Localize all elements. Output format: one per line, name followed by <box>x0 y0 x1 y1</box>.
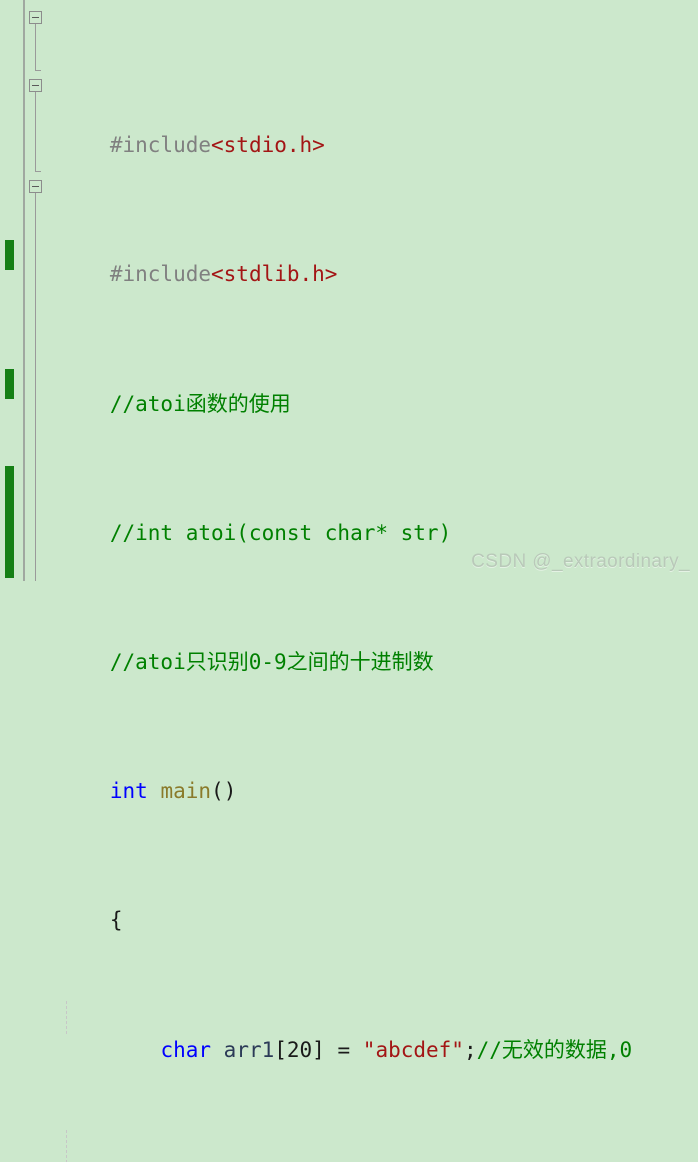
code-line[interactable]: int main() <box>30 743 698 803</box>
gutter-separator <box>23 0 25 581</box>
comment-arr1: //无效的数据,0 <box>476 1037 633 1062</box>
comment-atoi-usage: //atoi函数的使用 <box>109 391 291 416</box>
token-semicolon: ; <box>463 1037 477 1062</box>
indent-guide <box>66 1130 67 1162</box>
token-string-abcdef: "abcdef" <box>362 1037 464 1062</box>
token-keyword-char: char <box>160 1037 212 1062</box>
token-include-directive: #include <box>109 262 212 287</box>
code-line[interactable]: //int atoi(const char* str) <box>30 484 698 545</box>
code-editor[interactable]: #include<stdio.h> #include<stdlib.h> //a… <box>0 0 698 1162</box>
code-line[interactable]: #include<stdio.h> <box>30 97 698 157</box>
change-bar-gutter <box>0 0 18 581</box>
code-line[interactable]: //atoi只识别0-9之间的十进制数 <box>30 614 698 674</box>
token-include-directive: #include <box>109 133 212 158</box>
code-line[interactable]: { <box>30 872 698 932</box>
token-array-size: [20] <box>274 1037 325 1062</box>
token-paren-open: ( <box>211 779 224 804</box>
change-bar <box>5 369 14 399</box>
token-assign: = <box>337 1037 351 1062</box>
code-line[interactable]: char arr2[20] = "123abc";//123 <box>30 1130 698 1162</box>
change-bar <box>5 466 14 578</box>
comment-atoi-signature: //int atoi(const char* str) <box>109 520 452 545</box>
indent-guide <box>66 1001 67 1034</box>
code-line[interactable]: //atoi函数的使用 <box>30 355 698 416</box>
token-stdlib-header: <stdlib.h> <box>211 262 338 287</box>
token-brace-open: { <box>109 908 123 933</box>
token-paren-close: ) <box>223 779 237 804</box>
change-bar <box>5 240 14 270</box>
token-stdio-header: <stdio.h> <box>211 133 325 158</box>
code-line[interactable]: char arr1[20] = "abcdef";//无效的数据,0 <box>30 1001 698 1062</box>
token-identifier-arr1: arr1 <box>223 1037 275 1062</box>
code-content[interactable]: #include<stdio.h> #include<stdlib.h> //a… <box>30 0 698 1162</box>
code-line[interactable]: #include<stdlib.h> <box>30 226 698 286</box>
token-function-main: main <box>160 779 212 804</box>
token-keyword-int: int <box>109 779 148 804</box>
comment-atoi-digits: //atoi只识别0-9之间的十进制数 <box>109 649 434 674</box>
